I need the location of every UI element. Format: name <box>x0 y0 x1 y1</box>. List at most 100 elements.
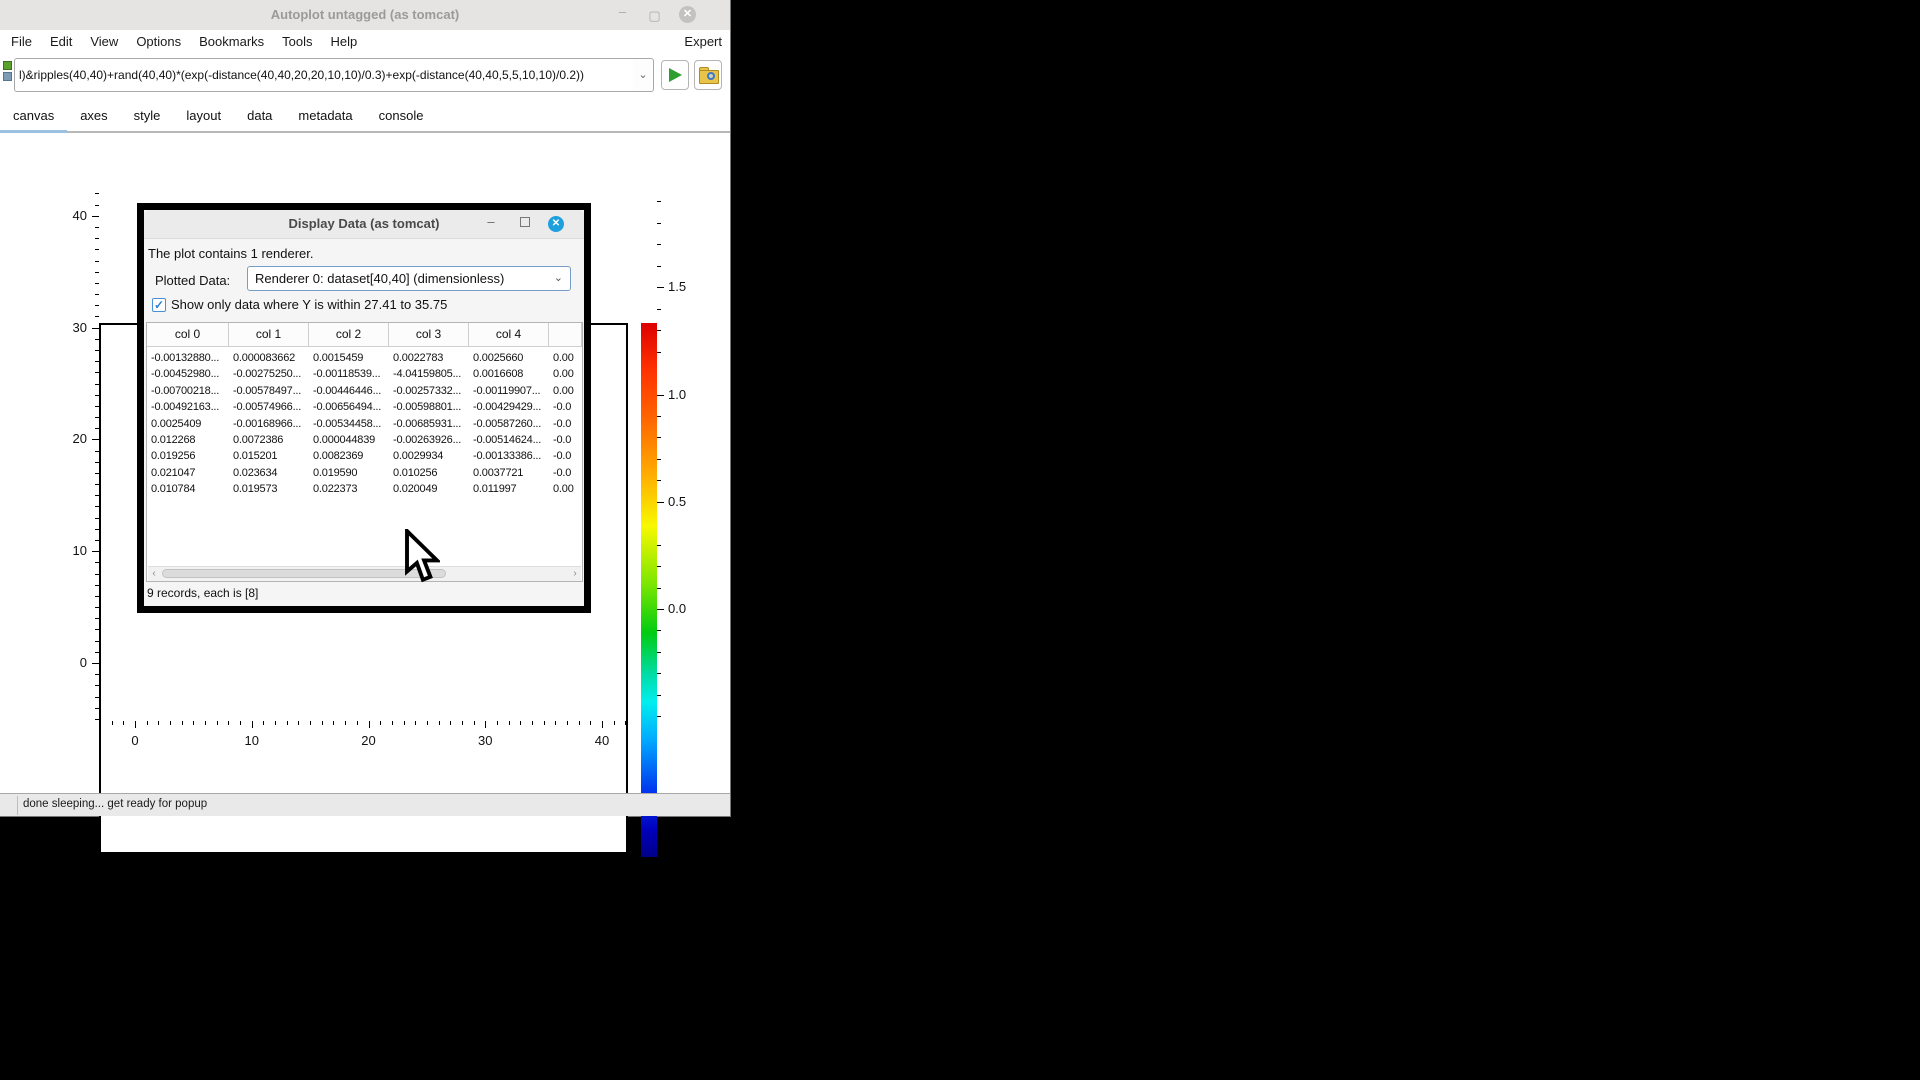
table-cell: -0.00587260... <box>469 416 549 432</box>
magnifier-icon <box>707 72 715 80</box>
colorbar[interactable] <box>641 323 657 857</box>
plotted-data-value: Renderer 0: dataset[40,40] (dimensionles… <box>255 267 504 290</box>
uri-input-box[interactable] <box>14 58 634 92</box>
table-cell: 0.0082369 <box>309 448 389 464</box>
colorbar-minor-tick <box>657 673 661 674</box>
table-row[interactable]: -0.00700218...-0.00578497...-0.00446446.… <box>147 383 582 399</box>
table-cell: 0.012268 <box>147 432 229 448</box>
table-row[interactable]: 0.0122680.00723860.000044839-0.00263926.… <box>147 432 582 448</box>
colorbar-minor-tick <box>657 201 661 202</box>
uri-dropdown-button[interactable]: ⌄ <box>633 58 654 92</box>
table-cell: -0.00598801... <box>389 399 469 415</box>
column-header: col 3 <box>389 323 469 346</box>
table-cell: -0.0 <box>549 465 582 481</box>
y-minor-tick <box>95 205 99 206</box>
menu-tools[interactable]: Tools <box>273 30 321 49</box>
plotted-data-combobox[interactable]: Renderer 0: dataset[40,40] (dimensionles… <box>247 266 571 291</box>
dialog-minimize-button[interactable]: – <box>484 216 498 230</box>
table-row[interactable]: 0.0210470.0236340.0195900.0102560.003772… <box>147 465 582 481</box>
table-row[interactable]: -0.00492163...-0.00574966...-0.00656494.… <box>147 399 582 415</box>
colorbar-minor-tick <box>657 266 661 267</box>
data-table[interactable]: col 0col 1col 2col 3col 4 -0.00132880...… <box>146 322 583 582</box>
y-minor-tick <box>95 316 99 317</box>
table-cell: -0.00275250... <box>229 366 309 382</box>
tab-axes[interactable]: axes <box>67 102 120 130</box>
display-data-dialog: Display Data (as tomcat) – ✕ The plot co… <box>137 203 591 613</box>
table-cell: 0.022373 <box>309 481 389 497</box>
horizontal-scrollbar[interactable]: ‹ › <box>148 566 581 581</box>
colorbar-major-tick <box>657 502 664 503</box>
y-minor-tick <box>95 294 99 295</box>
menu-edit[interactable]: Edit <box>41 30 81 49</box>
dialog-close-button[interactable]: ✕ <box>548 216 564 232</box>
renderer-count-text: The plot contains 1 renderer. <box>148 246 314 261</box>
y-tick-label: 10 <box>57 543 87 558</box>
colorbar-tick-label: 0.0 <box>668 601 702 616</box>
y-minor-tick <box>95 261 99 262</box>
menu-help[interactable]: Help <box>322 30 367 49</box>
y-major-tick <box>92 663 99 664</box>
y-major-tick <box>92 216 99 217</box>
colorbar-tick-label: 0.5 <box>668 494 702 509</box>
window-close-button[interactable]: ✕ <box>679 6 696 23</box>
table-row[interactable]: -0.00452980...-0.00275250...-0.00118539.… <box>147 366 582 382</box>
colorbar-minor-tick <box>657 309 661 310</box>
y-minor-tick <box>95 238 99 239</box>
dialog-maximize-button[interactable] <box>520 217 530 227</box>
table-row[interactable]: 0.0025409-0.00168966...-0.00534458...-0.… <box>147 416 582 432</box>
colorbar-minor-tick <box>657 459 661 460</box>
y-tick-label: 0 <box>57 655 87 670</box>
tab-canvas[interactable]: canvas <box>0 102 67 134</box>
table-cell: -0.0 <box>549 448 582 464</box>
table-cell: -0.00492163... <box>147 399 229 415</box>
menu-bookmarks[interactable]: Bookmarks <box>190 30 273 49</box>
window-maximize-button[interactable]: ▢ <box>647 8 662 23</box>
uri-toolbar: ⌄ <box>0 54 730 96</box>
expert-menu[interactable]: Expert <box>684 34 722 49</box>
y-filter-checkbox[interactable]: ✓ <box>152 298 166 312</box>
y-major-tick <box>92 551 99 552</box>
table-row[interactable]: 0.0107840.0195730.0223730.0200490.011997… <box>147 481 582 497</box>
colorbar-minor-tick <box>657 416 661 417</box>
column-header <box>549 323 582 346</box>
table-row[interactable]: -0.00132880...0.0000836620.00154590.0022… <box>147 350 582 366</box>
table-cell: 0.0037721 <box>469 465 549 481</box>
dialog-titlebar[interactable]: Display Data (as tomcat) – ✕ <box>144 210 584 239</box>
table-cell: 0.0016608 <box>469 366 549 382</box>
colorbar-minor-tick <box>657 223 661 224</box>
window-titlebar[interactable]: Autoplot untagged (as tomcat) – ▢ ✕ <box>0 0 730 30</box>
window-minimize-button[interactable]: – <box>615 4 630 19</box>
table-row[interactable]: 0.0192560.0152010.00823690.0029934-0.001… <box>147 448 582 464</box>
menu-options[interactable]: Options <box>127 30 190 49</box>
tab-style[interactable]: style <box>121 102 174 130</box>
menubar: FileEditViewOptionsBookmarksToolsHelp Ex… <box>0 30 730 54</box>
colorbar-major-tick <box>657 287 664 288</box>
open-file-button[interactable] <box>694 60 722 90</box>
table-cell: -0.00133386... <box>469 448 549 464</box>
colorbar-minor-tick <box>657 437 661 438</box>
table-cell: -0.0 <box>549 416 582 432</box>
data-table-body: -0.00132880...0.0000836620.00154590.0022… <box>147 347 582 566</box>
y-minor-tick <box>95 227 99 228</box>
plot-go-button[interactable] <box>661 60 689 90</box>
table-cell: 0.000083662 <box>229 350 309 366</box>
play-icon <box>669 68 682 82</box>
y-minor-tick <box>95 272 99 273</box>
scroll-right-arrow[interactable]: › <box>569 568 581 580</box>
table-cell: -0.00118539... <box>309 366 389 382</box>
y-minor-tick <box>95 283 99 284</box>
table-cell: 0.000044839 <box>309 432 389 448</box>
y-minor-tick <box>95 193 99 194</box>
tab-data[interactable]: data <box>234 102 285 130</box>
menu-view[interactable]: View <box>81 30 127 49</box>
tab-layout[interactable]: layout <box>173 102 234 130</box>
uri-input[interactable] <box>15 59 641 91</box>
table-cell: 0.0022783 <box>389 350 469 366</box>
menu-file[interactable]: File <box>2 30 41 49</box>
y-tick-label: 20 <box>57 431 87 446</box>
scroll-left-arrow[interactable]: ‹ <box>148 568 160 580</box>
table-cell: 0.019573 <box>229 481 309 497</box>
colorbar-minor-tick <box>657 352 661 353</box>
tab-metadata[interactable]: metadata <box>285 102 365 130</box>
tab-console[interactable]: console <box>366 102 437 130</box>
